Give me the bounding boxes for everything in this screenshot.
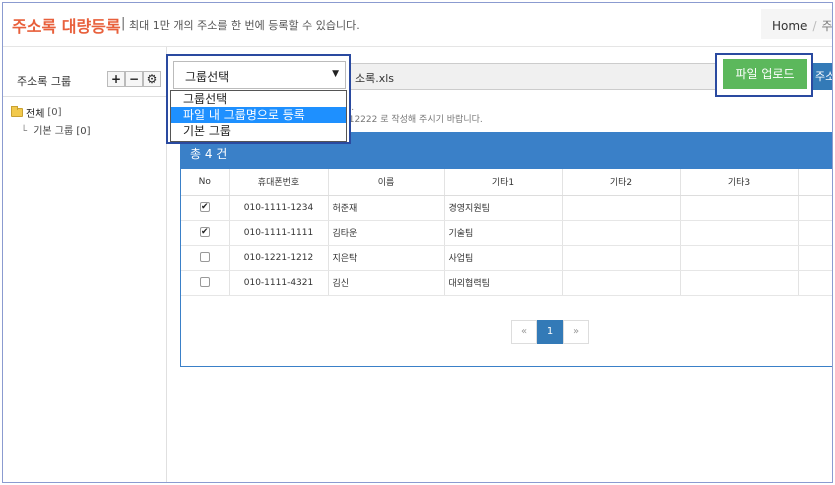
table-row: 010-1221-1212 지은탁 사업팀 — [181, 245, 832, 271]
cell-etc1: 기술팀 — [444, 220, 563, 246]
file-upload-button[interactable]: 파일 업로드 — [723, 59, 807, 89]
col-etc2: 기타2 — [562, 169, 681, 196]
upload-notice: 다. 112222 로 작성해 주시기 바랍니다. — [343, 102, 483, 126]
cell-name: 김신 — [328, 270, 445, 296]
tree-child-label: 기본 그룹 — [33, 126, 74, 137]
sidebar-header: 주소록 그룹 + − ⚙ — [3, 63, 167, 97]
cell-etc3 — [680, 220, 799, 246]
sidebar-title: 주소록 그룹 — [17, 75, 72, 88]
row-checkbox[interactable] — [199, 277, 210, 288]
pagination: « 1 » — [511, 320, 589, 344]
chevron-down-icon: ▼ — [332, 69, 339, 79]
col-no: No — [181, 169, 230, 196]
notice-line-2: 112222 로 작성해 주시기 바랍니다. — [343, 115, 483, 125]
table-row: ✔ 010-1111-1111 김타운 기술팀 — [181, 220, 832, 246]
upload-button-highlight: 파일 업로드 — [715, 53, 813, 97]
breadcrumb: Home / 주 — [761, 9, 833, 39]
table-header-row: No 휴대폰번호 이름 기타1 기타2 기타3 — [181, 169, 832, 196]
cell-etc2 — [562, 270, 681, 296]
table-row: 010-1111-4321 김신 대외협력팀 — [181, 270, 832, 296]
cell-etc2 — [562, 195, 681, 221]
tree-elbow-icon: └ — [21, 126, 28, 137]
page-subtitle: 최대 1만 개의 주소를 한 번에 등록할 수 있습니다. — [129, 19, 360, 32]
cell-select: ✔ — [181, 195, 230, 221]
next-page-button[interactable]: » — [563, 320, 589, 344]
row-checkbox[interactable]: ✔ — [199, 202, 210, 213]
gear-icon[interactable]: ⚙ — [143, 71, 161, 87]
cell-etc3 — [680, 245, 799, 271]
cell-name: 지은탁 — [328, 245, 445, 271]
file-input[interactable]: 소록.xls — [343, 63, 723, 90]
address-table: No 휴대폰번호 이름 기타1 기타2 기타3 ✔ 010-1111-1234 허준… — [181, 169, 832, 296]
app-window: 주소록 대량등록 | 최대 1만 개의 주소를 한 번에 등록할 수 있습니다.… — [2, 2, 833, 483]
table-row: ✔ 010-1111-1234 허준재 경영지원팀 — [181, 195, 832, 221]
tree-item-default-group[interactable]: └ 기본 그룹 [0] — [21, 122, 91, 137]
group-tree: 전체 [0] └ 기본 그룹 [0] — [11, 105, 91, 137]
tree-root-label: 전체 — [26, 109, 45, 120]
cell-phone: 010-1111-4321 — [229, 270, 329, 296]
cell-etc2 — [562, 245, 681, 271]
group-select[interactable]: 그룹선택 ▼ — [173, 61, 346, 89]
cell-phone: 010-1111-1234 — [229, 195, 329, 221]
page-button-1[interactable]: 1 — [537, 320, 563, 344]
col-phone: 휴대폰번호 — [229, 169, 329, 196]
result-panel: 총 4 건 No 휴대폰번호 이름 기타1 기타2 기타3 ✔ 010-1111-… — [180, 132, 832, 367]
file-name: 소록.xls — [355, 72, 395, 85]
cell-etc1: 사업팀 — [444, 245, 563, 271]
group-select-value: 그룹선택 — [185, 70, 230, 84]
option-select-group[interactable]: 그룹선택 — [171, 91, 346, 107]
group-tools: + − ⚙ — [107, 71, 161, 87]
col-etc1: 기타1 — [444, 169, 563, 196]
cell-extra — [798, 220, 832, 246]
option-default-group[interactable]: 기본 그룹 — [171, 123, 346, 139]
group-select-highlight: 그룹선택 ▼ 그룹선택 파일 내 그룹명으로 등록 기본 그룹 — [166, 54, 351, 144]
cell-name: 김타운 — [328, 220, 445, 246]
col-name: 이름 — [328, 169, 445, 196]
cell-phone: 010-1111-1111 — [229, 220, 329, 246]
breadcrumb-current: 주 — [821, 19, 833, 33]
tree-child-count: [0] — [76, 126, 91, 137]
col-etc3: 기타3 — [680, 169, 799, 196]
cell-select — [181, 270, 230, 296]
cell-extra — [798, 245, 832, 271]
cell-select: ✔ — [181, 220, 230, 246]
cell-extra — [798, 270, 832, 296]
page-header: 주소록 대량등록 | 최대 1만 개의 주소를 한 번에 등록할 수 있습니다.… — [3, 3, 833, 47]
tree-item-all[interactable]: 전체 [0] — [11, 105, 91, 120]
group-select-options: 그룹선택 파일 내 그룹명으로 등록 기본 그룹 — [170, 90, 347, 142]
cell-phone: 010-1221-1212 — [229, 245, 329, 271]
add-group-button[interactable]: + — [107, 71, 125, 87]
remove-group-button[interactable]: − — [125, 71, 143, 87]
notice-line-1: 다. — [343, 102, 483, 114]
row-checkbox[interactable]: ✔ — [199, 227, 210, 238]
tree-root-count: [0] — [47, 107, 62, 118]
row-checkbox[interactable] — [199, 252, 210, 263]
cell-etc3 — [680, 270, 799, 296]
cell-select — [181, 245, 230, 271]
cell-extra — [798, 195, 832, 221]
cell-etc1: 경영지원팀 — [444, 195, 563, 221]
cell-etc3 — [680, 195, 799, 221]
page-title: 주소록 대량등록 — [12, 17, 121, 36]
folder-icon — [11, 106, 23, 117]
cell-etc2 — [562, 220, 681, 246]
cell-name: 허준재 — [328, 195, 445, 221]
option-register-by-file-group[interactable]: 파일 내 그룹명으로 등록 — [171, 107, 346, 123]
cell-etc1: 대외협력팀 — [444, 270, 563, 296]
prev-page-button[interactable]: « — [511, 320, 537, 344]
breadcrumb-separator: / — [812, 19, 817, 33]
col-extra — [798, 169, 832, 196]
title-separator: | — [121, 16, 126, 31]
breadcrumb-home[interactable]: Home — [772, 19, 807, 33]
register-button[interactable]: 주소 — [813, 63, 832, 90]
group-sidebar: 주소록 그룹 + − ⚙ 전체 [0] └ 기본 그룹 [0] — [3, 47, 167, 482]
